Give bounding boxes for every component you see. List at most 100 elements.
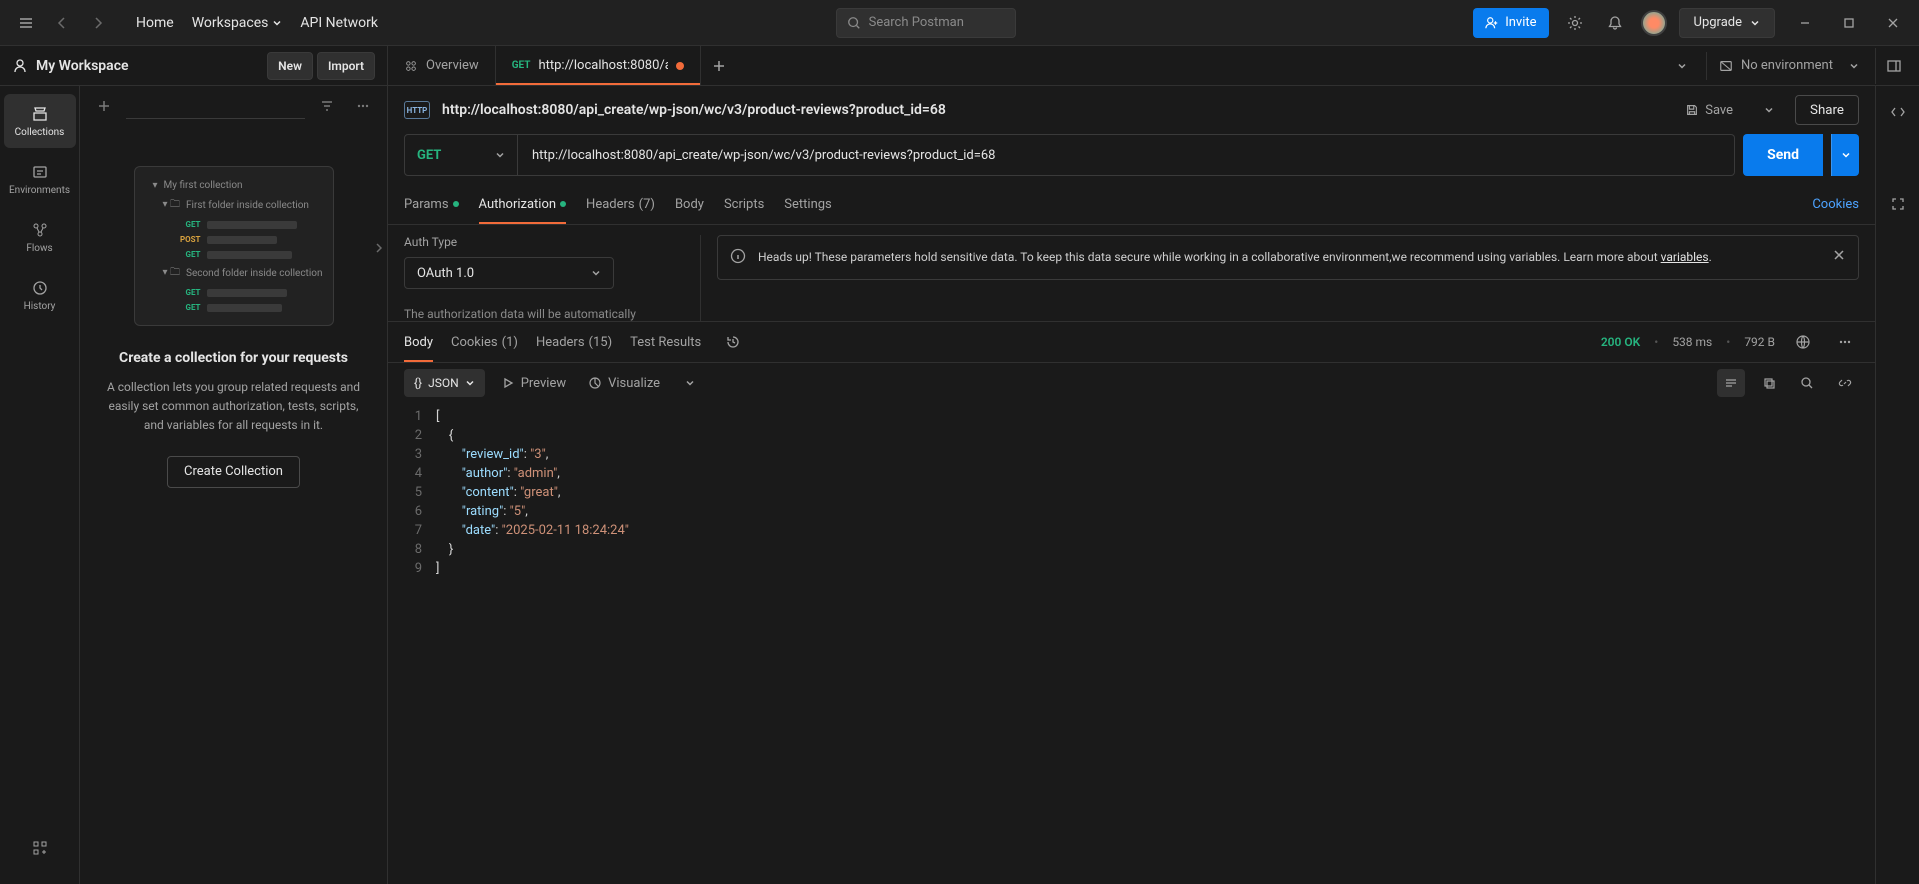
rail-flows[interactable]: Flows <box>4 210 76 264</box>
resp-tab-body[interactable]: Body <box>404 322 433 362</box>
cookies-link[interactable]: Cookies <box>1812 197 1859 212</box>
copy-icon[interactable] <box>1755 369 1783 397</box>
sidebar-filter-input[interactable] <box>126 93 305 119</box>
rail-environments[interactable]: Environments <box>4 152 76 206</box>
url-input[interactable] <box>518 134 1735 176</box>
share-button[interactable]: Share <box>1795 95 1859 125</box>
history-icon <box>31 279 49 297</box>
save-button[interactable]: Save <box>1675 95 1743 125</box>
save-dropdown-icon[interactable] <box>1755 96 1783 124</box>
invite-button[interactable]: Invite <box>1473 8 1548 38</box>
environment-select[interactable]: No environment <box>1706 52 1871 80</box>
window-maximize-icon[interactable] <box>1835 9 1863 37</box>
rail-collections[interactable]: Collections <box>4 94 76 148</box>
req-tab-body[interactable]: Body <box>675 184 704 224</box>
grid-icon <box>31 839 49 857</box>
workspace-name-label: My Workspace <box>36 58 129 74</box>
variables-link[interactable]: variables <box>1661 250 1709 264</box>
send-dropdown-button[interactable] <box>1831 134 1859 176</box>
code-line: 3 "review_id": "3", <box>388 445 1875 464</box>
rail-collections-label: Collections <box>15 127 65 138</box>
nav-forward-icon[interactable] <box>84 9 112 37</box>
workspace-bar: My Workspace New Import Overview GET htt… <box>0 46 1919 86</box>
sidebar: ▾My first collection ▾ 🗀First folder ins… <box>80 86 388 884</box>
rail-history[interactable]: History <box>4 268 76 322</box>
resp-tab-headers[interactable]: Headers (15) <box>536 322 612 362</box>
req-tab-scripts[interactable]: Scripts <box>724 184 764 224</box>
tabs-dropdown-icon[interactable] <box>1668 52 1696 80</box>
menu-icon[interactable] <box>12 9 40 37</box>
code-snippet-icon[interactable] <box>1884 98 1912 126</box>
sidebar-empty-state: ▾My first collection ▾ 🗀First folder ins… <box>80 126 387 884</box>
visualize-icon <box>588 376 602 390</box>
code-line: 2 { <box>388 426 1875 445</box>
visualize-button[interactable]: Visualize <box>582 376 666 391</box>
tab-overview[interactable]: Overview <box>388 46 496 85</box>
search-input[interactable]: Search Postman <box>836 8 1016 38</box>
history-icon[interactable] <box>719 328 747 356</box>
link-icon[interactable] <box>1831 369 1859 397</box>
new-tab-button[interactable] <box>701 46 737 85</box>
add-collection-icon[interactable] <box>90 92 118 120</box>
send-button[interactable]: Send <box>1743 134 1823 176</box>
window-minimize-icon[interactable] <box>1791 9 1819 37</box>
create-collection-button[interactable]: Create Collection <box>167 456 300 488</box>
auth-type-select[interactable]: OAuth 1.0 <box>404 257 614 289</box>
network-icon[interactable] <box>1789 328 1817 356</box>
nav-workspaces-label: Workspaces <box>192 15 269 31</box>
format-select[interactable]: {} JSON <box>404 369 485 397</box>
response-code[interactable]: 1[2 {3 "review_id": "3",4 "author": "adm… <box>388 403 1875 884</box>
close-alert-icon[interactable] <box>1832 248 1846 262</box>
more-options-icon[interactable] <box>349 92 377 120</box>
nav-back-icon[interactable] <box>48 9 76 37</box>
code-line: 5 "content": "great", <box>388 483 1875 502</box>
response-time: 538 ms <box>1672 335 1712 349</box>
resp-tab-test-results[interactable]: Test Results <box>630 322 701 362</box>
req-tab-settings[interactable]: Settings <box>784 184 831 224</box>
new-button[interactable]: New <box>267 52 313 80</box>
expand-icon[interactable] <box>1884 190 1912 218</box>
workspace-name[interactable]: My Workspace <box>12 58 129 74</box>
info-icon <box>730 248 746 264</box>
filter-icon[interactable] <box>313 92 341 120</box>
settings-icon[interactable] <box>1561 9 1589 37</box>
nav-workspaces[interactable]: Workspaces <box>192 15 283 31</box>
visualize-dropdown-icon[interactable] <box>676 369 704 397</box>
more-icon[interactable] <box>1831 328 1859 356</box>
sidebar-empty-desc: A collection lets you group related requ… <box>104 378 363 436</box>
req-tab-headers[interactable]: Headers (7) <box>586 184 655 224</box>
upgrade-label: Upgrade <box>1694 15 1742 30</box>
nav-home[interactable]: Home <box>136 15 174 31</box>
chevron-down-icon <box>465 378 475 388</box>
rail-more[interactable] <box>4 828 76 868</box>
req-tab-params[interactable]: Params <box>404 184 459 224</box>
nav-api-network[interactable]: API Network <box>300 15 378 31</box>
collections-icon <box>31 105 49 123</box>
sidepanel-toggle-icon[interactable] <box>1875 48 1911 84</box>
environments-icon <box>31 163 49 181</box>
expand-right-icon[interactable] <box>367 236 391 260</box>
wrap-lines-icon[interactable] <box>1717 369 1745 397</box>
tab-overview-label: Overview <box>426 58 479 73</box>
window-close-icon[interactable] <box>1879 9 1907 37</box>
resp-tab-cookies[interactable]: Cookies (1) <box>451 322 518 362</box>
notifications-icon[interactable] <box>1601 9 1629 37</box>
search-response-icon[interactable] <box>1793 369 1821 397</box>
request-title: http://localhost:8080/api_create/wp-json… <box>442 102 1663 118</box>
tab-request[interactable]: GET http://localhost:8080/ap <box>496 46 702 85</box>
params-indicator-icon <box>453 201 459 207</box>
import-button[interactable]: Import <box>317 52 375 80</box>
tab-method-badge: GET <box>512 60 531 71</box>
avatar[interactable] <box>1641 10 1667 36</box>
preview-button[interactable]: Preview <box>495 376 572 391</box>
code-line: 7 "date": "2025-02-11 18:24:24" <box>388 521 1875 540</box>
response-status: 200 OK <box>1601 335 1640 349</box>
overview-icon <box>404 59 418 73</box>
workspace-icon <box>12 58 28 74</box>
right-rail <box>1875 86 1919 884</box>
rail-history-label: History <box>24 301 56 312</box>
req-tab-authorization[interactable]: Authorization <box>479 184 567 224</box>
invite-label: Invite <box>1505 15 1536 30</box>
method-select[interactable]: GET <box>404 134 518 176</box>
upgrade-button[interactable]: Upgrade <box>1679 8 1775 38</box>
